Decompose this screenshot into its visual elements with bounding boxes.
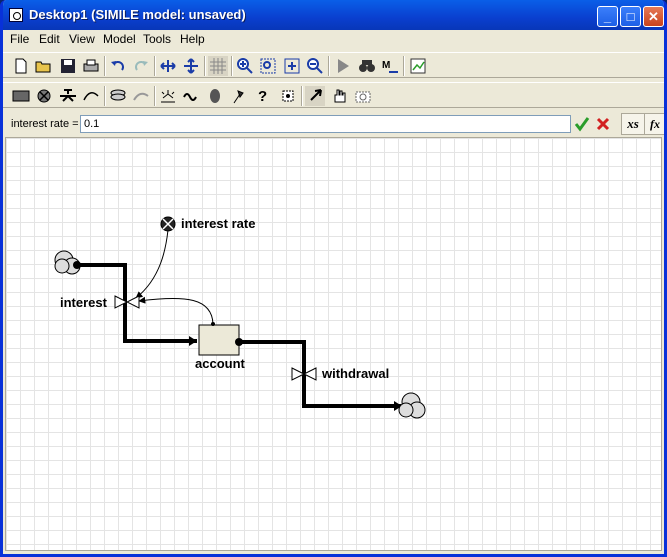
account-label: account [195,356,246,371]
menu-tools[interactable]: Tools [143,32,171,46]
window-title: Desktop1 (SIMILE model: unsaved) [29,7,246,22]
svg-text:?: ? [258,88,267,104]
plot-icon[interactable] [408,56,428,76]
undo-icon[interactable] [108,56,128,76]
menu-help[interactable]: Help [180,32,205,46]
equation-label: interest rate = [11,118,79,130]
print-icon[interactable] [81,56,101,76]
xs-button[interactable]: xs [621,113,645,135]
menu-edit[interactable]: Edit [39,32,60,46]
model-canvas[interactable]: interest rate interest account withdrawa… [5,137,662,551]
help-icon[interactable]: ? [253,86,273,106]
new-file-icon[interactable] [11,56,31,76]
zoom-in-icon[interactable] [235,56,255,76]
zoom-reset-icon[interactable] [282,56,302,76]
move-vertical-icon[interactable] [181,56,201,76]
menu-view[interactable]: View [69,32,95,46]
close-button[interactable]: ✕ [643,6,664,27]
account-compartment[interactable] [198,322,243,356]
hand-icon[interactable] [329,86,349,106]
interest-rate-label: interest rate [181,216,255,231]
state-icon[interactable] [205,86,225,106]
withdrawal-label: withdrawal [321,366,389,381]
variable-icon[interactable] [181,86,201,106]
cloud-icon[interactable] [34,86,54,106]
fx-button[interactable]: fx [644,113,664,135]
main-window: Desktop1 (SIMILE model: unsaved) _ □ ✕ F… [0,0,667,557]
maximize-button[interactable]: □ [620,6,641,27]
influence-icon[interactable] [81,86,101,106]
xs-label: xs [627,116,639,131]
menu-file[interactable]: File [10,32,29,46]
camera-icon[interactable] [353,86,373,106]
save-icon[interactable] [58,56,78,76]
compartment-icon[interactable] [11,86,31,106]
redo-icon[interactable] [131,56,151,76]
check-icon[interactable] [572,114,592,134]
svg-text:M: M [382,60,390,71]
flow-icon[interactable] [58,86,78,106]
menu-bar: File Edit View Model Tools Help [3,30,664,49]
move-horizontal-icon[interactable] [158,56,178,76]
minimize-button[interactable]: _ [597,6,618,27]
title-bar[interactable]: Desktop1 (SIMILE model: unsaved) _ □ ✕ [3,0,664,30]
source-cloud-icon[interactable] [54,250,81,275]
app-icon [9,8,23,22]
rename-icon[interactable]: M [380,56,400,76]
event-icon[interactable] [158,86,178,106]
model-toolbar: ? [3,82,664,108]
zoom-fit-icon[interactable] [258,56,278,76]
run-icon[interactable] [333,56,353,76]
flag-icon[interactable] [229,86,249,106]
find-icon[interactable] [357,56,377,76]
equation-input[interactable] [80,115,571,133]
influence-arrow-account[interactable] [138,296,214,325]
zoom-out-icon[interactable] [305,56,325,76]
role-arrow-icon[interactable] [131,86,151,106]
grid-icon[interactable] [208,56,228,76]
sequence-icon[interactable] [278,86,298,106]
pointer-icon[interactable] [305,86,325,106]
equation-bar: interest rate = xs fx [3,112,664,136]
sink-cloud-icon[interactable] [398,392,426,419]
menu-model[interactable]: Model [103,32,136,46]
interest-rate-variable-icon[interactable] [160,216,176,232]
open-folder-icon[interactable] [34,56,54,76]
influence-arrow-rate[interactable] [135,229,169,299]
fx-label: fx [650,116,660,131]
interest-label: interest [60,295,108,310]
submodel-icon[interactable] [108,86,128,106]
main-toolbar: M [3,52,664,78]
cross-icon[interactable] [593,114,613,134]
